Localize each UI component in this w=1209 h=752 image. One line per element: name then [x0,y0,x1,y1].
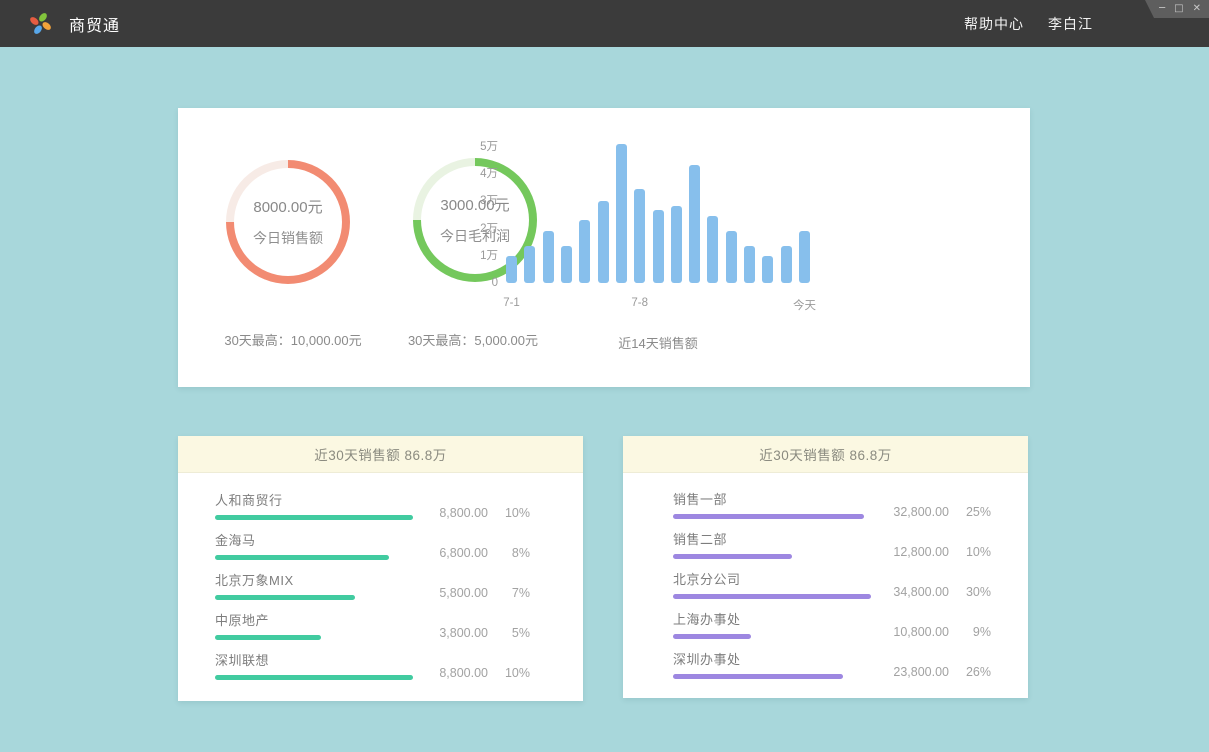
rank-row-percent: 26% [949,665,991,679]
chart-bar [653,210,664,283]
chart-x-tick: 7-1 [503,297,520,309]
rank-row-bar [215,635,321,640]
app-window: 商贸通 帮助中心 李白江 ─ □ ✕ 8000.00元 今日销售额 30天最高：… [0,0,1209,752]
today-sales-donut-text: 8000.00元 今日销售额 [226,160,350,284]
rank-row-percent: 5% [488,626,530,640]
rank-row: 北京分公司 34,800.00 30% [673,569,991,609]
chart-bar [671,206,682,284]
rank-row-amount: 5,800.00 [416,586,488,600]
rank-row-amount: 6,800.00 [416,546,488,560]
rank-row-percent: 9% [949,625,991,639]
rank-row-bar [673,514,864,519]
department-rank-card: 近30天销售额 86.8万 销售一部 32,800.00 25% 销售二部 12… [623,436,1028,698]
rank-row-bar [215,515,413,520]
today-profit-donut-text: 3000.00元 今日毛利润 [413,158,537,282]
app-logo-icon [28,11,53,36]
rank-row: 中原地产 3,800.00 5% [215,610,530,650]
rank-row-bar [673,634,751,639]
rank-row-amount: 3,800.00 [416,626,488,640]
chart-bar [543,231,554,283]
minimize-icon[interactable]: ─ [1159,4,1165,14]
today-profit-donut: 3000.00元 今日毛利润 [413,158,537,282]
chart-bar [689,165,700,283]
rank-row: 深圳联想 8,800.00 10% [215,650,530,690]
today-sales-value: 8000.00元 [253,196,322,217]
rank-row: 销售一部 32,800.00 25% [673,489,991,529]
chart-bar [781,246,792,283]
rank-row: 人和商贸行 8,800.00 10% [215,490,530,530]
chart-bar [634,189,645,283]
rank-row-percent: 10% [949,545,991,559]
rank-row-values: 34,800.00 30% [877,585,991,599]
rank-row-values: 5,800.00 7% [416,586,530,600]
rank-row-percent: 25% [949,505,991,519]
chart-bar [762,256,773,283]
rank-row-amount: 8,800.00 [416,506,488,520]
rank-row-percent: 8% [488,546,530,560]
rank-row-values: 32,800.00 25% [877,505,991,519]
rank-row-amount: 12,800.00 [877,545,949,559]
brand: 商贸通 [28,11,120,36]
rank-row: 深圳办事处 23,800.00 26% [673,649,991,689]
titlebar: 商贸通 帮助中心 李白江 ─ □ ✕ [0,0,1209,47]
chart-x-tick: 今天 [793,297,816,313]
customer-rank-title: 近30天销售额 86.8万 [178,436,583,473]
rank-row-amount: 32,800.00 [877,505,949,519]
chart-title: 近14天销售额 [506,333,810,352]
nav-help-center[interactable]: 帮助中心 [964,14,1024,34]
rank-row-bar [215,555,389,560]
rank-row-values: 3,800.00 5% [416,626,530,640]
rank-row-percent: 10% [488,506,530,520]
rank-row-values: 6,800.00 8% [416,546,530,560]
rank-row-bar [215,675,413,680]
rank-row-percent: 30% [949,585,991,599]
app-title: 商贸通 [69,12,120,36]
rank-row-amount: 10,800.00 [877,625,949,639]
chart-x-tick: 7-8 [631,297,648,309]
chart-bar [616,144,627,283]
overview-card: 8000.00元 今日销售额 30天最高：10,000.00元 3000.00元… [178,108,1030,387]
chart-bar [744,246,755,283]
maximize-icon[interactable]: □ [1174,4,1183,14]
chart-bar [561,246,572,283]
chart-bars [506,143,810,283]
department-rank-title: 近30天销售额 86.8万 [623,436,1028,473]
rank-row-amount: 8,800.00 [416,666,488,680]
chart-x-axis: 7-17-8今天 [506,297,810,311]
customer-rank-list: 人和商贸行 8,800.00 10% 金海马 6,800.00 8% 北京万象M… [178,473,583,690]
chart-bar [579,220,590,283]
chart-bar [726,231,737,283]
chart-y-tick: 5万 [480,141,498,153]
rank-row: 北京万象MIX 5,800.00 7% [215,570,530,610]
chart-bar [799,231,810,283]
rank-row-values: 8,800.00 10% [416,506,530,520]
rank-row-amount: 23,800.00 [877,665,949,679]
today-sales-donut: 8000.00元 今日销售额 [226,160,350,284]
rank-row: 上海办事处 10,800.00 9% [673,609,991,649]
rank-row-percent: 7% [488,586,530,600]
nav-username[interactable]: 李白江 [1048,14,1093,34]
rank-row: 金海马 6,800.00 8% [215,530,530,570]
rank-row-values: 23,800.00 26% [877,665,991,679]
today-sales-footnote: 30天最高：10,000.00元 [188,330,398,349]
window-controls: ─ □ ✕ [1145,0,1209,18]
customer-rank-card: 近30天销售额 86.8万 人和商贸行 8,800.00 10% 金海马 6,8… [178,436,583,701]
rank-row-percent: 10% [488,666,530,680]
close-icon[interactable]: ✕ [1193,4,1201,14]
chart-bar [707,216,718,283]
today-sales-label: 今日销售额 [253,228,323,248]
rank-row: 销售二部 12,800.00 10% [673,529,991,569]
today-profit-value: 3000.00元 [440,194,509,215]
rank-row-bar [673,674,843,679]
rank-row-values: 12,800.00 10% [877,545,991,559]
rank-row-bar [673,594,871,599]
chart-bar [598,201,609,283]
rank-row-bar [215,595,355,600]
rank-row-bar [673,554,792,559]
department-rank-list: 销售一部 32,800.00 25% 销售二部 12,800.00 10% 北京… [623,473,1028,689]
rank-row-values: 8,800.00 10% [416,666,530,680]
rank-row-amount: 34,800.00 [877,585,949,599]
today-profit-label: 今日毛利润 [440,226,510,246]
rank-row-values: 10,800.00 9% [877,625,991,639]
